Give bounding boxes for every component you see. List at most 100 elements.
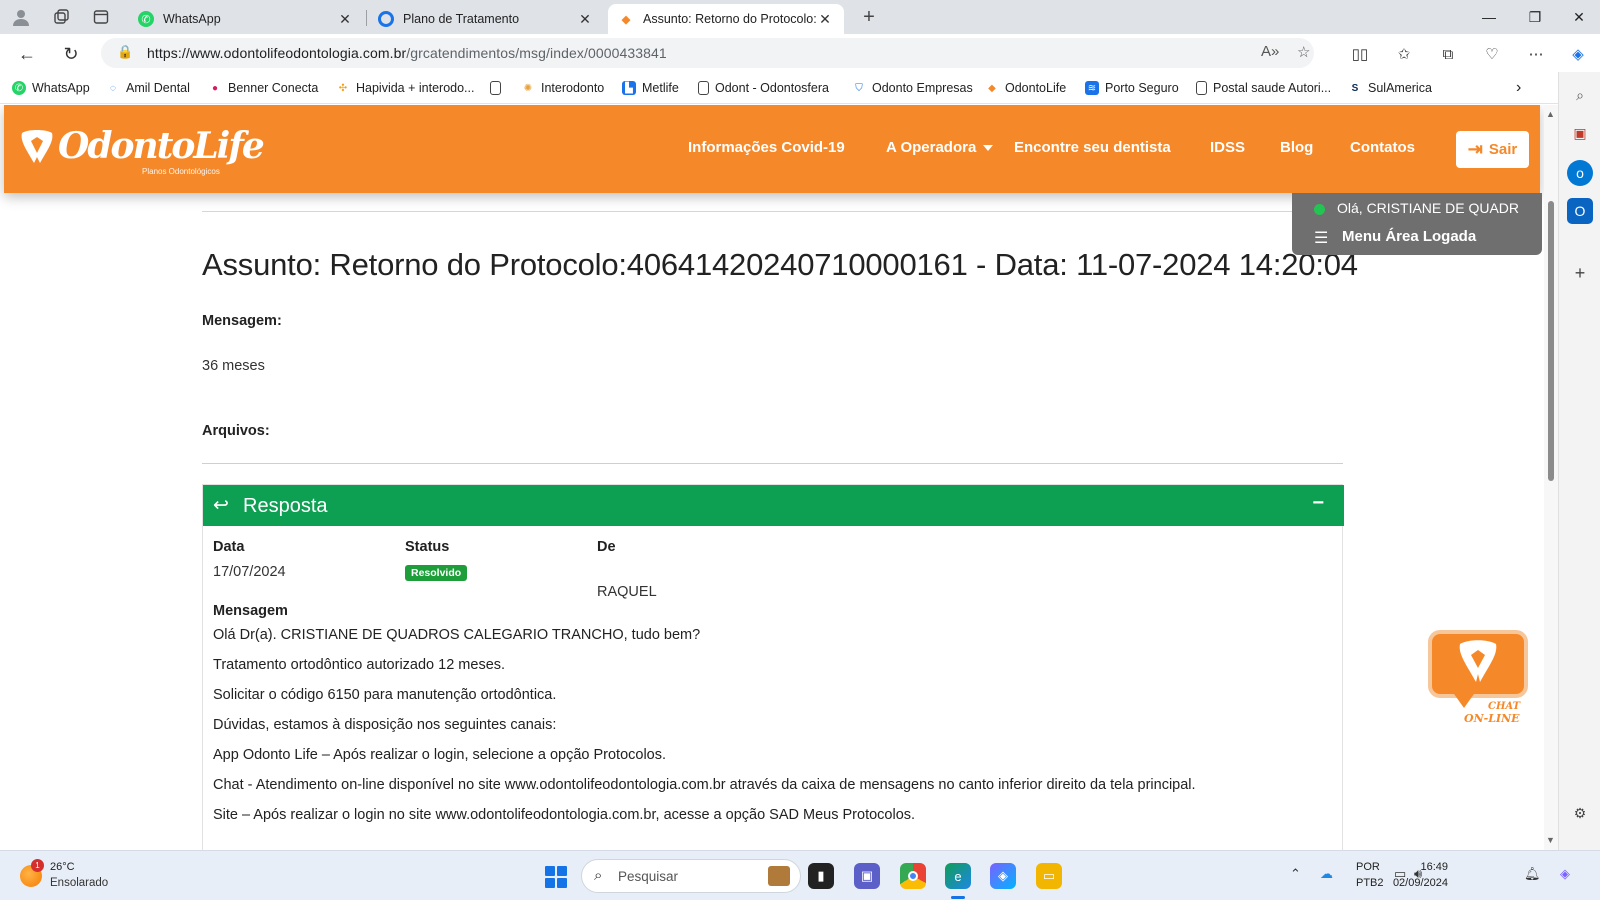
page-icon	[490, 81, 501, 95]
collections-icon[interactable]: ⧉	[1436, 42, 1460, 66]
favorite-amil-dental[interactable]: ◌ Amil Dental	[106, 79, 190, 97]
sidebar-settings-gear-icon[interactable]: ⚙	[1567, 800, 1593, 826]
new-tab-icon[interactable]: +	[858, 6, 880, 28]
favorite-benner-conecta[interactable]: ● Benner Conecta	[208, 79, 318, 97]
url-field[interactable]: 🔒 https://www.odontolifeodontologia.com.…	[101, 38, 1314, 68]
more-options-icon[interactable]: ⋯	[1524, 42, 1548, 66]
back-icon[interactable]: ←	[14, 41, 40, 67]
more-favorites-chevron-icon[interactable]: ›	[1516, 79, 1521, 97]
search-icon[interactable]: ⌕	[1567, 82, 1593, 108]
logout-button[interactable]: ⇥ Sair	[1456, 131, 1529, 168]
scroll-down-arrow-icon[interactable]: ▼	[1546, 835, 1555, 845]
response-header[interactable]: ↩ Resposta −	[203, 485, 1344, 526]
close-tab-icon[interactable]: ✕	[816, 11, 834, 28]
chat-online-button[interactable]: CHAT ON-LINE	[1428, 630, 1532, 726]
weather-notification-badge: 1	[31, 859, 44, 872]
close-window-icon[interactable]: ✕	[1556, 4, 1600, 30]
onedrive-icon[interactable]: ☁	[1320, 866, 1333, 882]
user-greeting: Olá, CRISTIANE DE QUADR	[1337, 200, 1520, 216]
browser-essentials-icon[interactable]: ♡	[1480, 42, 1504, 66]
response-line: Olá Dr(a). CRISTIANE DE QUADROS CALEGARI…	[213, 627, 701, 643]
whatsapp-icon: ✆	[12, 81, 26, 95]
copilot-tray-icon[interactable]: ◈	[1560, 866, 1570, 882]
response-from: RAQUEL	[597, 584, 657, 600]
edge-icon[interactable]: e	[945, 863, 971, 889]
menu-list-icon: ☰	[1314, 230, 1329, 247]
lock-icon: 🔒	[117, 44, 134, 59]
refresh-icon[interactable]: ↻	[58, 41, 84, 67]
favorite-sulamerica[interactable]: S SulAmerica	[1348, 79, 1432, 97]
favorite-metlife[interactable]: ▙ Metlife	[622, 79, 679, 97]
user-menu-link[interactable]: Menu Área Logada	[1342, 228, 1476, 245]
tab-assunto-active[interactable]: ◆ Assunto: Retorno do Protocolo:40 ✕	[608, 4, 844, 34]
notifications-bell-icon[interactable]: 🔔︎	[1524, 866, 1541, 882]
chrome-icon[interactable]	[900, 863, 926, 889]
page-scrollbar[interactable]: ▲ ▼	[1544, 105, 1558, 850]
start-button-windows-icon[interactable]	[545, 866, 567, 888]
office-icon[interactable]: o	[1567, 160, 1593, 186]
favorite-odonto-empresas[interactable]: ⛉ Odonto Empresas	[852, 79, 973, 97]
menu-idss[interactable]: IDSS	[1210, 139, 1245, 156]
message-text: 36 meses	[202, 358, 265, 374]
odontolife-favicon-icon: ◆	[621, 13, 631, 26]
address-bar-row: ← ↻ 🔒 https://www.odontolifeodontologia.…	[0, 34, 1600, 72]
loading-icon	[378, 11, 394, 27]
profile-icon[interactable]	[10, 6, 32, 28]
menu-operadora[interactable]: A Operadora	[886, 139, 994, 156]
menu-covid[interactable]: Informações Covid-19	[688, 139, 845, 156]
favorite-page[interactable]	[490, 79, 507, 97]
read-aloud-icon[interactable]: A»	[1261, 43, 1279, 60]
user-panel: Olá, CRISTIANE DE QUADR ☰ Menu Área Loga…	[1292, 193, 1542, 255]
copilot-app-icon[interactable]: ◈	[990, 863, 1016, 889]
split-screen-icon[interactable]: ▯▯	[1348, 42, 1372, 66]
whatsapp-icon: ✆	[138, 11, 154, 27]
tab-separator	[366, 10, 367, 26]
favorite-hapivida[interactable]: ✣ Hapivida + interodo...	[336, 79, 475, 97]
page-title: Assunto: Retorno do Protocolo:4064142024…	[202, 247, 1358, 282]
response-line: Tratamento ortodôntico autorizado 12 mes…	[213, 657, 506, 673]
favorite-odontolife[interactable]: ◆ OdontoLife	[985, 79, 1066, 97]
close-tab-icon[interactable]: ✕	[336, 11, 354, 28]
teams-icon[interactable]: ▣	[854, 863, 880, 889]
favorite-whatsapp[interactable]: ✆ WhatsApp	[12, 79, 90, 97]
minimize-icon[interactable]: —	[1466, 4, 1512, 30]
favorite-odontosfera[interactable]: Odont - Odontosfera	[698, 79, 829, 97]
workspaces-icon[interactable]	[50, 6, 72, 28]
clock-date[interactable]: 02/09/2024	[1378, 877, 1448, 889]
favorites-icon[interactable]: ✩	[1392, 42, 1416, 66]
favorite-porto-seguro[interactable]: ≋ Porto Seguro	[1085, 79, 1179, 97]
add-sidebar-app-icon[interactable]: +	[1567, 260, 1593, 286]
logout-icon: ⇥	[1467, 139, 1483, 159]
hapivida-icon: ✣	[338, 82, 348, 94]
task-view-icon[interactable]: ▮	[808, 863, 834, 889]
tab-plano-tratamento[interactable]: Plano de Tratamento ✕	[368, 4, 604, 34]
scroll-up-arrow-icon[interactable]: ▲	[1546, 109, 1555, 119]
copilot-icon[interactable]: ◈	[1566, 42, 1590, 66]
outlook-icon[interactable]: O	[1567, 198, 1593, 224]
taskbar-search[interactable]: ⌕ Pesquisar	[581, 859, 801, 893]
windows-taskbar: 1 26°C Ensolarado ⌕ Pesquisar ▮ ▣ e ◈ ▭ …	[0, 850, 1600, 900]
menu-blog[interactable]: Blog	[1280, 139, 1313, 156]
file-explorer-icon[interactable]: ▭	[1036, 863, 1062, 889]
favorite-postal-saude[interactable]: Postal saude Autori...	[1196, 79, 1331, 97]
close-tab-icon[interactable]: ✕	[576, 11, 594, 28]
amil-icon: ◌	[110, 82, 116, 94]
input-language[interactable]: POR	[1356, 861, 1380, 873]
collapse-button[interactable]: −	[1312, 492, 1324, 515]
response-date: 17/07/2024	[213, 564, 286, 580]
show-hidden-icons-chevron-icon[interactable]: ⌃	[1290, 866, 1301, 882]
odontolife-logo[interactable]: OdontoLife Planos Odontológicos	[18, 123, 265, 179]
favorite-star-icon[interactable]: ☆	[1297, 43, 1310, 61]
restore-icon[interactable]: ❐	[1512, 4, 1558, 30]
clock-time[interactable]: 16:49	[1378, 861, 1448, 873]
response-line: Chat - Atendimento on-line disponível no…	[213, 777, 1196, 793]
scrollbar-thumb[interactable]	[1548, 201, 1554, 481]
tools-briefcase-icon[interactable]: ▣	[1567, 120, 1593, 146]
date-column-label: Data	[213, 539, 245, 555]
tab-whatsapp[interactable]: ✆ WhatsApp ✕	[128, 4, 364, 34]
menu-contatos[interactable]: Contatos	[1350, 139, 1415, 156]
tab-actions-icon[interactable]	[90, 6, 112, 28]
favorite-interodonto[interactable]: ✺ Interodonto	[521, 79, 604, 97]
menu-encontre-dentista[interactable]: Encontre seu dentista	[1014, 139, 1171, 156]
active-app-indicator	[951, 896, 965, 899]
